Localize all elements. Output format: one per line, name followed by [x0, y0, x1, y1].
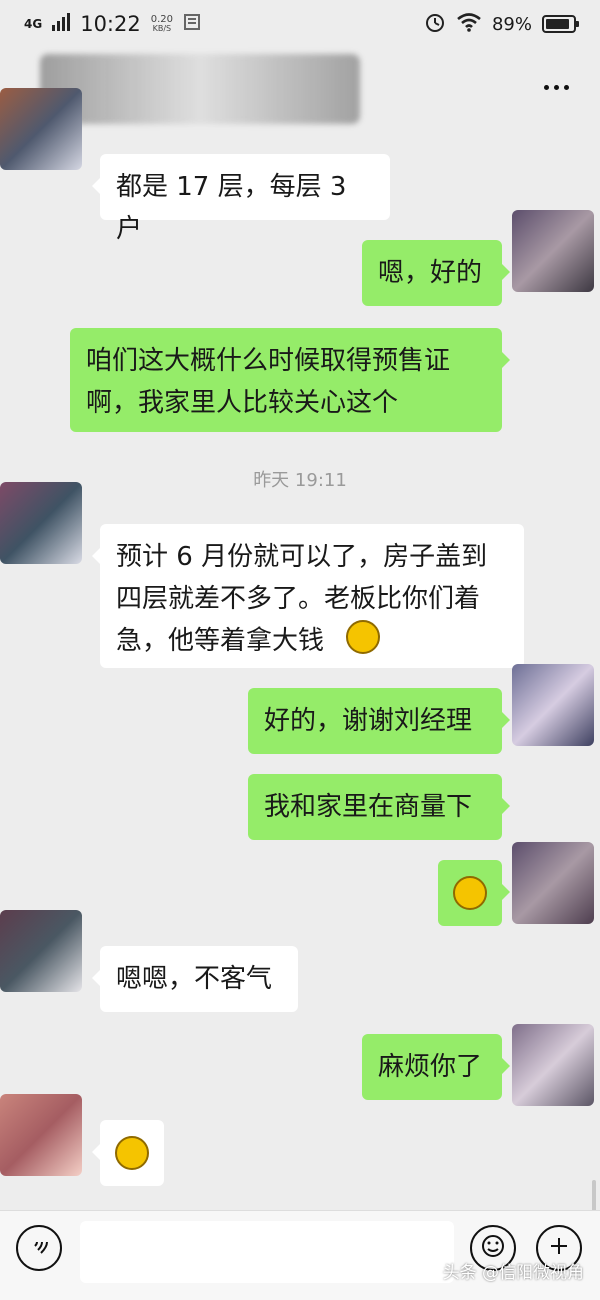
contact-avatar[interactable]: [0, 910, 82, 992]
message-text: 都是 17 层，每层 3 户: [116, 172, 347, 244]
voice-button[interactable]: [16, 1225, 62, 1271]
chat-screen: 4G 10:22 0.20 KB/S 89% 都是 17 层，每层 3 户 嗯，…: [0, 0, 600, 1300]
more-button[interactable]: [536, 72, 576, 102]
message-incoming[interactable]: 预计 6 月份就可以了，房子盖到四层就差不多了。老板比你们着急，他等着拿大钱: [92, 524, 524, 668]
smiling-emoji-icon: [453, 876, 487, 910]
more-icon: [543, 84, 549, 90]
battery-percent: 89%: [491, 13, 532, 35]
chat-header: [0, 48, 600, 128]
contact-avatar[interactable]: [0, 88, 82, 170]
signal-icon: [52, 13, 71, 35]
speed-unit: KB/S: [152, 24, 172, 33]
status-time: 10:22: [80, 12, 141, 36]
blurred-contact-name: [40, 54, 360, 124]
network-speed: 0.20 KB/S: [151, 15, 173, 33]
message-text: 好的，谢谢刘经理: [264, 706, 473, 736]
notification-icon: [183, 13, 201, 35]
input-bar: [0, 1210, 600, 1300]
message-text: 嗯嗯，不客气: [116, 964, 273, 994]
more-icon: [553, 84, 559, 90]
message-text: 麻烦你了: [378, 1052, 483, 1082]
user-avatar[interactable]: [512, 1024, 594, 1106]
contact-avatar[interactable]: [0, 482, 82, 564]
message-outgoing[interactable]: 好的，谢谢刘经理: [248, 688, 510, 754]
message-outgoing[interactable]: [438, 860, 510, 926]
message-outgoing[interactable]: 咱们这大概什么时候取得预售证啊，我家里人比较关心这个: [70, 328, 510, 432]
message-list[interactable]: 都是 17 层，每层 3 户 嗯，好的 咱们这大概什么时候取得预售证啊，我家里人…: [0, 88, 600, 1218]
message-incoming[interactable]: [92, 1120, 164, 1186]
alarm-icon: [424, 11, 446, 37]
message-text: 我和家里在商量下: [264, 792, 473, 822]
message-outgoing[interactable]: 麻烦你了: [362, 1034, 510, 1100]
status-right: 89%: [424, 11, 579, 37]
message-input[interactable]: [80, 1221, 454, 1283]
contact-avatar[interactable]: [0, 1094, 82, 1176]
watermark: 头条 @信阳微视角: [442, 1263, 584, 1283]
status-bar: 4G 10:22 0.20 KB/S 89%: [0, 0, 600, 48]
voice-icon: [28, 1235, 50, 1261]
battery-icon: [542, 15, 579, 33]
message-text: 嗯，好的: [378, 258, 483, 288]
message-outgoing[interactable]: 嗯，好的: [362, 240, 510, 306]
scrollbar[interactable]: [592, 1180, 596, 1212]
message-text: 咱们这大概什么时候取得预售证啊，我家里人比较关心这个: [86, 346, 451, 418]
battery-fill: [546, 19, 570, 29]
wifi-icon: [456, 12, 482, 36]
user-avatar[interactable]: [512, 664, 594, 746]
message-text: 预计 6 月份就可以了，房子盖到四层就差不多了。老板比你们着急，他等着拿大钱: [116, 542, 488, 656]
timestamp: 昨天 19:11: [253, 470, 347, 491]
message-outgoing[interactable]: 我和家里在商量下: [248, 774, 510, 840]
laughing-emoji-icon: [115, 1136, 149, 1170]
message-incoming[interactable]: 都是 17 层，每层 3 户: [92, 154, 390, 244]
status-left: 4G 10:22 0.20 KB/S: [24, 12, 201, 36]
more-icon: [563, 84, 569, 90]
grinning-emoji-icon: [346, 620, 380, 654]
message-incoming[interactable]: 嗯嗯，不客气: [92, 946, 298, 1012]
user-avatar[interactable]: [512, 210, 594, 292]
network-type: 4G: [24, 17, 43, 31]
user-avatar[interactable]: [512, 842, 594, 924]
